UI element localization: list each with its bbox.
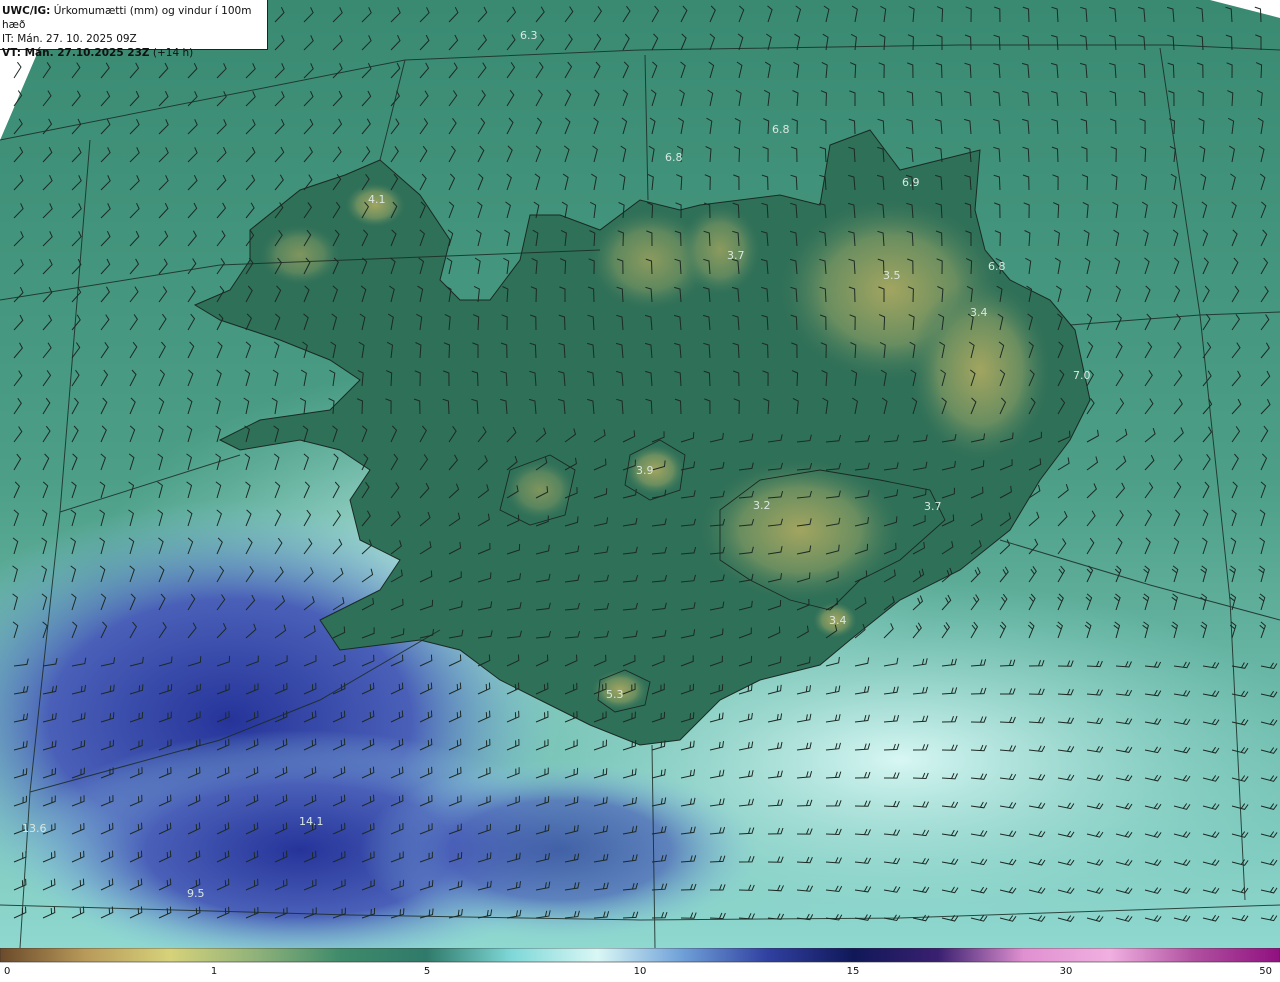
precip-area-s2 — [360, 760, 760, 940]
value-label: 3.7 — [727, 249, 745, 262]
colorbar-tick-label: 15 — [847, 966, 860, 977]
colorbar-tick-label: 50 — [1259, 966, 1272, 977]
value-label: 3.9 — [636, 464, 654, 477]
value-label: 3.4 — [829, 614, 847, 627]
highland-trollaskagi — [680, 205, 760, 295]
colorbar-svg: 0 1 5 10 15 30 50 — [0, 947, 1280, 977]
header-title: UWC/IG: Úrkomumætti (mm) og vindur í 100… — [2, 5, 252, 31]
value-label: 6.3 — [520, 29, 538, 42]
value-label: 6.8 — [772, 123, 790, 136]
value-label: 3.7 — [924, 500, 942, 513]
colorbar-tick-label: 5 — [424, 966, 430, 977]
value-label: 6.9 — [902, 176, 920, 189]
colorbar: 0 1 5 10 15 30 50 — [0, 947, 1280, 978]
map-header: UWC/IG: Úrkomumætti (mm) og vindur í 100… — [0, 0, 268, 59]
colorbar-scale — [0, 947, 1280, 963]
value-label: 3.5 — [883, 269, 901, 282]
map-canvas: 6.3 6.8 6.8 6.9 4.1 3.7 3.5 6.8 3.4 7.0 … — [0, 0, 1280, 970]
value-label: 7.0 — [1073, 369, 1091, 382]
precipitation-map: 6.3 6.8 6.8 6.9 4.1 3.7 3.5 6.8 3.4 7.0 … — [0, 0, 1280, 970]
value-label: 6.8 — [988, 260, 1006, 273]
value-label: 3.4 — [970, 306, 988, 319]
colorbar-tick-label: 0 — [4, 966, 10, 977]
colorbar-tick-label: 30 — [1060, 966, 1073, 977]
value-label: 13.6 — [22, 822, 47, 835]
value-label: 14.1 — [299, 815, 324, 828]
value-label: 3.2 — [753, 499, 771, 512]
value-label: 4.1 — [368, 193, 386, 206]
value-label: 6.8 — [665, 151, 683, 164]
colorbar-tick-label: 10 — [634, 966, 647, 977]
highland-westfjords-s — [260, 225, 340, 285]
header-valid-time: VT: Mán. 27.10.2025 23Z (+14 h) — [2, 47, 194, 59]
colorbar-tick-label: 1 — [211, 966, 217, 977]
header-init-time: IT: Mán. 27. 10. 2025 09Z — [2, 33, 137, 45]
value-label: 9.5 — [187, 887, 205, 900]
highland-langjokull — [505, 460, 575, 520]
highland-vatnajokull — [700, 460, 900, 600]
value-label: 5.3 — [606, 688, 624, 701]
